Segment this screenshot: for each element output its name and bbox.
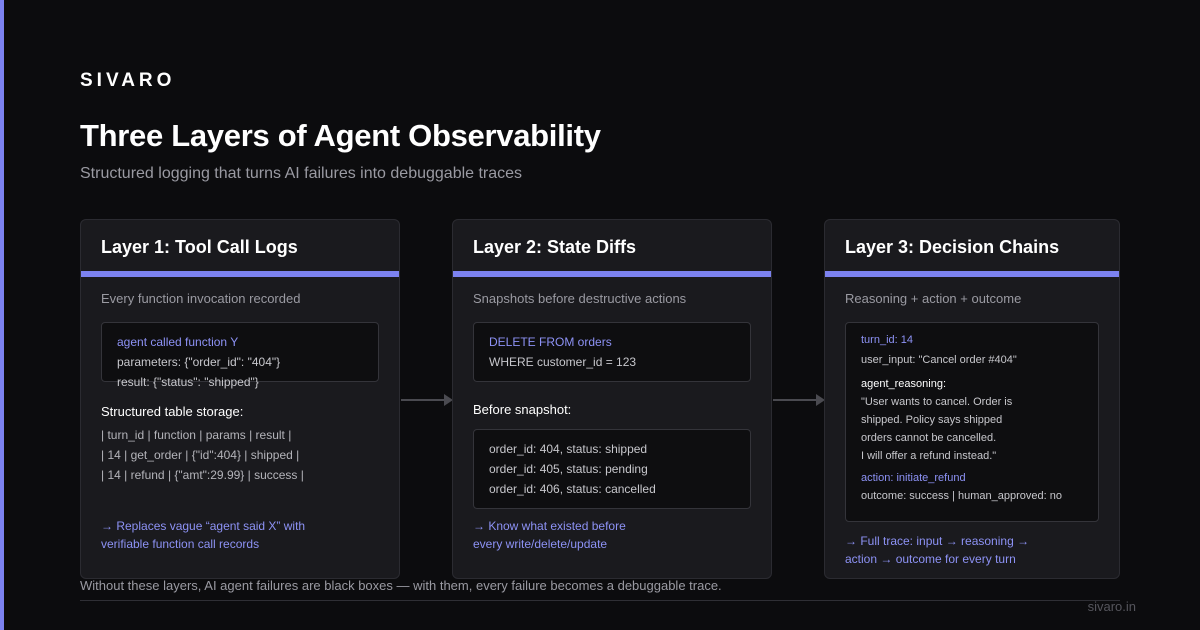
user-input: user_input: "Cancel order #404"	[861, 354, 1017, 366]
layer2-header: Layer 2: State Diffs	[453, 220, 771, 277]
left-accent-bar	[0, 0, 4, 630]
layer1-table: | turn_id | function | params | result |…	[81, 425, 399, 485]
layer3-description: Reasoning + action + outcome	[845, 291, 1022, 306]
layer3-header: Layer 3: Decision Chains	[825, 220, 1119, 277]
layer3-card: Layer 3: Decision Chains Reasoning + act…	[824, 219, 1120, 579]
reasoning-line: shipped. Policy says shipped	[861, 414, 1003, 426]
footer-note: Without these layers, AI agent failures …	[80, 578, 722, 593]
layer1-description: Every function invocation recorded	[101, 291, 301, 306]
layer1-takeaway: → Replaces vague “agent said X” with ver…	[101, 517, 379, 553]
arrow-1-to-2	[401, 394, 453, 406]
table-row: | 14 | refund | {"amt":29.99} | success …	[101, 468, 304, 482]
layer1-header: Layer 1: Tool Call Logs	[81, 220, 399, 277]
reasoning-label: agent_reasoning:	[861, 378, 947, 390]
page-subtitle: Structured logging that turns AI failure…	[80, 165, 523, 182]
layer1-title: Layer 1: Tool Call Logs	[101, 237, 298, 257]
layer2-title: Layer 2: State Diffs	[473, 237, 637, 257]
code-line: parameters: {"order_id": "404"}	[117, 355, 281, 369]
table-row: | turn_id | function | params | result |	[101, 428, 292, 442]
layer2-snapshot-box: order_id: 404, status: shipped order_id:…	[473, 429, 751, 509]
arrow-2-to-3	[773, 394, 825, 406]
action-line: action: initiate_refund	[861, 472, 966, 484]
footer-url: sivaro.in	[1087, 599, 1136, 614]
outcome-line: outcome: success | human_approved: no	[861, 490, 1062, 502]
reasoning-line: "User wants to cancel. Order is	[861, 396, 1013, 408]
layer2-code-box: DELETE FROM orders WHERE customer_id = 1…	[473, 322, 751, 382]
takeaway-line: action → outcome for every turn	[845, 552, 1016, 566]
layer2-takeaway: → Know what existed before every write/d…	[473, 517, 751, 553]
layer3-takeaway: → Full trace: input → reasoning → action…	[845, 532, 1099, 568]
layer1-code-box: agent called function Y parameters: {"or…	[101, 322, 379, 389]
layer2-card: Layer 2: State Diffs Snapshots before de…	[452, 219, 772, 579]
brand-logo: SIVARO	[80, 70, 176, 91]
layer1-table-label: Structured table storage:	[101, 404, 244, 419]
code-line: WHERE customer_id = 123	[489, 355, 637, 369]
layer3-title: Layer 3: Decision Chains	[845, 237, 1060, 257]
takeaway-line: → Full trace: input → reasoning →	[845, 534, 1030, 548]
takeaway-line: verifiable function call records	[101, 537, 260, 551]
code-line: agent called function Y	[117, 335, 239, 349]
code-line: order_id: 405, status: pending	[489, 462, 648, 476]
takeaway-line: → Replaces vague “agent said X” with	[101, 519, 306, 533]
code-line: result: {"status": "shipped"}	[117, 375, 259, 389]
layer2-description: Snapshots before destructive actions	[473, 291, 687, 306]
turn-id: turn_id: 14	[861, 334, 913, 346]
page-title: Three Layers of Agent Observability	[80, 118, 601, 153]
layer1-card: Layer 1: Tool Call Logs Every function i…	[80, 219, 400, 579]
takeaway-line: every write/delete/update	[473, 537, 608, 551]
takeaway-line: → Know what existed before	[473, 519, 626, 533]
footer-divider	[80, 600, 1120, 601]
code-line: DELETE FROM orders	[489, 335, 612, 349]
code-line: order_id: 404, status: shipped	[489, 442, 648, 456]
layer3-code-box: turn_id: 14 user_input: "Cancel order #4…	[845, 322, 1099, 522]
layer2-snapshot-label: Before snapshot:	[473, 402, 572, 417]
reasoning-line: orders cannot be cancelled.	[861, 432, 997, 444]
reasoning-line: I will offer a refund instead."	[861, 450, 997, 462]
table-row: | 14 | get_order | {"id":404} | shipped …	[101, 448, 300, 462]
code-line: order_id: 406, status: cancelled	[489, 482, 656, 496]
